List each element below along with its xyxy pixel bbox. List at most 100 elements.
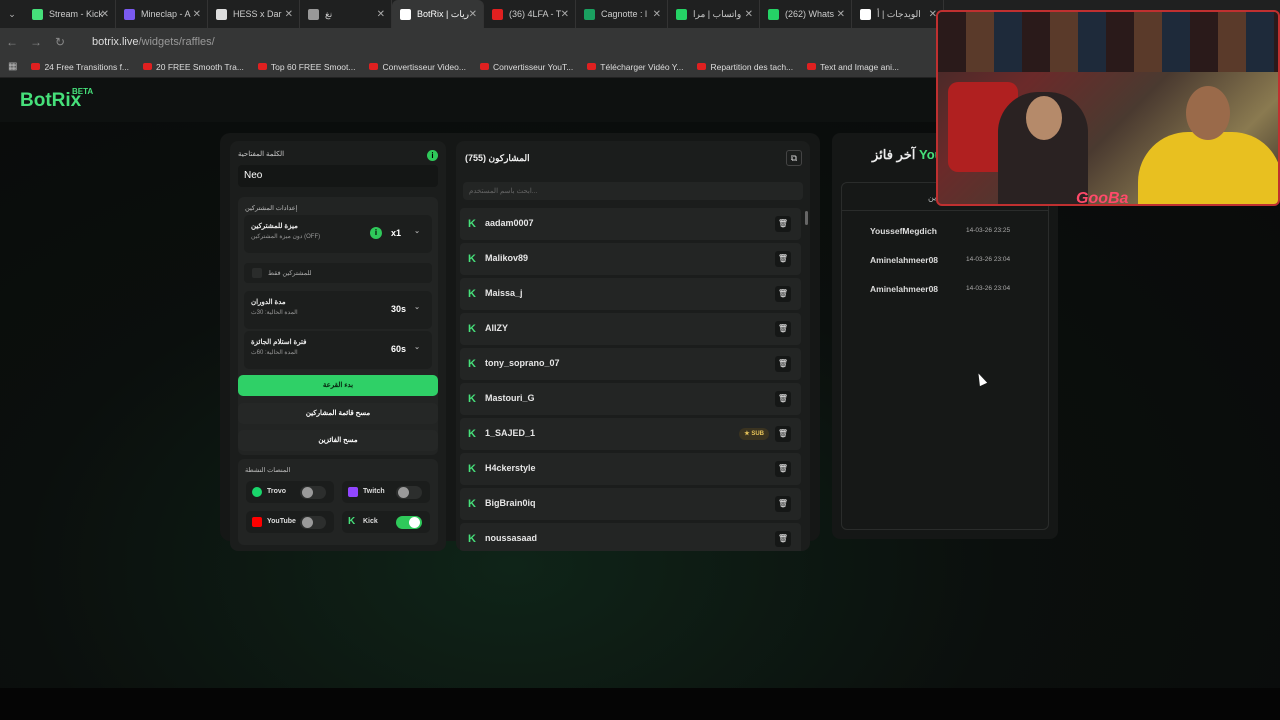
trash-icon[interactable]: 🗑	[775, 356, 791, 372]
participant-row[interactable]: K BigBrain0iq 🗑	[460, 488, 801, 520]
tab-label: (36) 4LFA - T	[509, 9, 562, 19]
close-tab-icon[interactable]: ✕	[377, 9, 385, 20]
bookmark-item[interactable]: Convertisseur Video...	[369, 62, 466, 72]
bookmark-item[interactable]: Repartition des tach...	[697, 62, 793, 72]
participant-row[interactable]: K AllZY 🗑	[460, 313, 801, 345]
scrollbar[interactable]	[805, 211, 808, 225]
trovo-toggle[interactable]	[300, 486, 326, 499]
tab-label: Cagnotte : l	[601, 9, 648, 19]
bookmark-icon	[807, 63, 817, 70]
info-icon[interactable]: i	[370, 227, 382, 239]
beta-badge: BETA	[72, 87, 94, 96]
participant-row[interactable]: K H4ckerstyle 🗑	[460, 453, 801, 485]
botrix-logo[interactable]: BotRix BETA	[20, 87, 93, 112]
bookmark-item[interactable]: Text and Image ani...	[807, 62, 899, 72]
browser-tab[interactable]: واتساب | مرا ✕	[668, 0, 760, 28]
close-tab-icon[interactable]: ✕	[561, 9, 569, 20]
trash-icon[interactable]: 🗑	[775, 391, 791, 407]
person-right	[1138, 132, 1278, 204]
kick-icon: K	[348, 516, 356, 527]
trash-icon[interactable]: 🗑	[775, 251, 791, 267]
browser-tab[interactable]: Stream - Kick ✕	[24, 0, 116, 28]
url-path: /widgets/raffles/	[138, 36, 215, 48]
multiplier-value: x1	[391, 228, 402, 238]
browser-tab[interactable]: Cagnotte : l ✕	[576, 0, 668, 28]
multiplier-select[interactable]: x1 ⌄	[386, 224, 424, 243]
clear-participants-button[interactable]: مسح قائمة المشاركين	[238, 403, 438, 424]
bookmark-label: Télécharger Vidéo Y...	[600, 61, 684, 72]
apps-icon[interactable]: ▦	[8, 61, 17, 72]
participant-name: noussasaad	[485, 533, 538, 543]
reload-icon[interactable]: ↻	[48, 35, 72, 49]
last-winner-title: آخر فائز You	[872, 147, 943, 163]
bookmark-item[interactable]: Convertisseur YouT...	[479, 62, 573, 72]
claim-period-select[interactable]: 60s ⌄	[386, 340, 424, 359]
bookmark-icon	[479, 63, 489, 70]
forward-icon[interactable]: →	[24, 35, 48, 49]
trash-icon[interactable]: 🗑	[775, 286, 791, 302]
start-raffle-button[interactable]: بدء القرعة	[238, 375, 438, 396]
tab-label: BotRix | ريات	[417, 8, 469, 19]
browser-tab[interactable]: نغ ✕	[300, 0, 392, 28]
close-tab-icon[interactable]: ✕	[101, 9, 109, 20]
participant-name: BigBrain0iq	[485, 498, 536, 508]
round-duration-row: مدة الدوران المدة الحالية: 30ث 30s ⌄	[244, 291, 432, 329]
copy-icon[interactable]: ⧉	[786, 150, 802, 166]
browser-tab[interactable]: HESS x Dar ✕	[208, 0, 300, 28]
platform-twitch: Twitch	[342, 481, 430, 503]
clear-winners-button[interactable]: مسح الفائزين	[238, 430, 438, 451]
person-right-head	[1186, 86, 1230, 140]
bookmark-item[interactable]: Télécharger Vidéo Y...	[587, 62, 683, 72]
tab-search-icon[interactable]: ⌄	[0, 9, 24, 20]
youtube-toggle[interactable]	[300, 516, 326, 529]
participant-row[interactable]: K 1_SAJED_1 ★ SUB 🗑	[460, 418, 801, 450]
close-tab-icon[interactable]: ✕	[745, 9, 753, 20]
subscribers-only-label: للمشتركين فقط	[268, 270, 312, 277]
bookmark-item[interactable]: 20 FREE Smooth Tra...	[143, 62, 244, 72]
participant-row[interactable]: K Maissa_j 🗑	[460, 278, 801, 310]
participant-row[interactable]: Ktony_soprano_07 🗑	[460, 348, 801, 380]
bookmark-label: Text and Image ani...	[820, 61, 900, 72]
bookmark-item[interactable]: Top 60 FREE Smoot...	[257, 61, 356, 72]
info-icon[interactable]: i	[427, 150, 438, 161]
trash-icon[interactable]: 🗑	[775, 426, 791, 442]
kick-icon: K	[468, 393, 476, 405]
keyword-input[interactable]: Neo	[238, 165, 438, 187]
browser-tab[interactable]: BotRix | ريات ✕	[392, 0, 484, 28]
kick-icon: K	[468, 498, 476, 510]
close-tab-icon[interactable]: ✕	[469, 9, 477, 20]
browser-tab[interactable]: Mineclap - A ✕	[116, 0, 208, 28]
trash-icon[interactable]: 🗑	[775, 496, 791, 512]
close-tab-icon[interactable]: ✕	[193, 9, 201, 20]
close-tab-icon[interactable]: ✕	[285, 9, 293, 20]
trovo-icon	[252, 487, 262, 497]
round-duration-select[interactable]: 30s ⌄	[386, 300, 424, 319]
participant-row[interactable]: Knoussasaad 🗑	[460, 523, 801, 551]
participant-row[interactable]: Kaadam0007 🗑	[460, 208, 801, 240]
participant-search-input[interactable]: ابحث باسم المستخدم...	[463, 182, 803, 200]
url-field[interactable]: botrix.live/widgets/raffles/	[92, 36, 215, 48]
participant-row[interactable]: K Malikov89 🗑	[460, 243, 801, 275]
kick-toggle[interactable]	[396, 516, 422, 529]
trash-icon[interactable]: 🗑	[775, 461, 791, 477]
subscribers-only-checkbox[interactable]	[252, 268, 262, 278]
subscribers-only-row[interactable]: للمشتركين فقط	[244, 263, 432, 283]
close-tab-icon[interactable]: ✕	[653, 9, 661, 20]
bookmark-label: 24 Free Transitions f...	[44, 61, 130, 72]
browser-tab[interactable]: (36) 4LFA - T ✕	[484, 0, 576, 28]
trash-icon[interactable]: 🗑	[775, 321, 791, 337]
participant-name: tony_soprano_07	[485, 358, 560, 368]
browser-tab[interactable]: الويدجات | أ ✕	[852, 0, 944, 28]
browser-tab[interactable]: (262) Whats ✕	[760, 0, 852, 28]
back-icon[interactable]: ←	[0, 35, 24, 49]
winner-row: YoussefMegdich 14-03-26 23:25	[848, 219, 1044, 243]
trash-icon[interactable]: 🗑	[775, 531, 791, 547]
platform-trovo-label: Trovo	[267, 488, 287, 495]
twitch-toggle[interactable]	[396, 486, 422, 499]
close-tab-icon[interactable]: ✕	[837, 9, 845, 20]
bookmark-label: Top 60 FREE Smoot...	[270, 61, 356, 72]
bookmark-item[interactable]: 24 Free Transitions f...	[31, 62, 129, 72]
participant-row[interactable]: K Mastouri_G 🗑	[460, 383, 801, 415]
trash-icon[interactable]: 🗑	[775, 216, 791, 232]
subscriber-advantage-row: ميزة للمشتركين دون ميزة المشتركين (OFF) …	[244, 215, 432, 253]
